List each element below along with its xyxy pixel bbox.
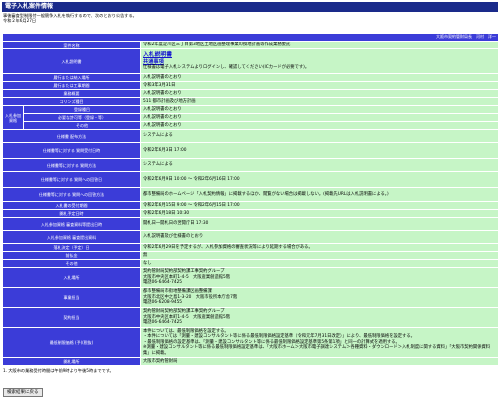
row-label: 必要な許可等（登録・等） bbox=[23, 113, 141, 122]
table-row: 入札場所 契約管財局契約部契約課工事契約グループ 大阪市中央区本町1-4-5 大… bbox=[2, 267, 500, 288]
row-label: 開札予定日時 bbox=[2, 209, 141, 218]
table-row: 事業担当 都市整備局市街地整備課区画整備課 大阪市北区中之島1-3-20 大阪市… bbox=[2, 287, 500, 308]
table-row: 必要な許可等（登録・等） 入札説明書のとおり bbox=[3, 113, 500, 122]
back-to-results-button[interactable]: 検索結果に戻る bbox=[3, 388, 43, 397]
row-value: 令和2年6月15日 9:00 ～ 令和2年6月15日 17:00 bbox=[139, 201, 500, 210]
table-row: 仕様書等に対する 質問への回答日 令和2年6月9日 10:00 ～ 令和2年6月… bbox=[2, 171, 500, 188]
case-details-table: 大阪市契約管財局長 河村 洋一 案件名称 令和2年度淀川区三丁目第3地区土地区画… bbox=[1, 33, 500, 366]
table-row: 入札参加資格 登録種目 入札説明書のとおり bbox=[2, 105, 500, 130]
row-label: 登録種目 bbox=[23, 105, 141, 114]
table-row: コリンズ種目 511 都市計画及び地方計画 bbox=[2, 97, 500, 106]
value-line: 電話06-6464-7425 bbox=[143, 280, 183, 286]
row-label: 開札場所 bbox=[2, 357, 141, 366]
row-value: 入札説明書のとおり bbox=[139, 121, 500, 130]
table-row: その他 入札説明書のとおり bbox=[3, 121, 500, 130]
row-label: 入札場所 bbox=[2, 267, 141, 288]
table-row: 開札予定日時 令和2年6月18日 10:30 bbox=[2, 209, 500, 218]
table-row: 入札書の受付期間 令和2年6月15日 9:00 ～ 令和2年6月15日 17:0… bbox=[2, 201, 500, 210]
row-label: 仕様書等に対する 質問受付日時 bbox=[2, 142, 141, 159]
row-label: 事業担当 bbox=[2, 287, 141, 308]
row-value: 令和2年6月18日 10:30 bbox=[139, 209, 500, 218]
row-value: 都市整備局市街地整備課区画整備課 大阪市北区中之島1-3-20 大阪市役所本庁舎… bbox=[139, 287, 500, 308]
value-line: 電話06-6464-7425 bbox=[143, 320, 183, 326]
table-row: 入札説明書 入札説明書 共通事項 仕様書は電子入札システムよりログインし、確認し… bbox=[2, 48, 500, 74]
row-value: 本件については、最低制限価格を設定する。 ・本件については「測量・建設コンサルタ… bbox=[139, 327, 500, 358]
table-row: 契約担当 契約管財局契約部契約課工事契約グループ 大阪市中央区本町1-4-5 大… bbox=[2, 307, 500, 328]
page-title-bar: 電子入札案件情報 bbox=[2, 2, 498, 12]
table-row: 最低制限価格 (予)(税抜) 本件については、最低制限価格を設定する。 ・本件に… bbox=[2, 327, 500, 358]
row-label: 仕様書等に対する 質問への回答日 bbox=[2, 171, 141, 188]
row-value: 大阪市契約管財局 bbox=[139, 357, 500, 366]
row-label: 最低制限価格 (予)(税抜) bbox=[2, 327, 141, 358]
row-label: 業務概要 bbox=[2, 89, 141, 98]
row-value: 契約管財局契約部契約課工事契約グループ 大阪市中央区本町1-4-5 大阪産業創造… bbox=[139, 267, 500, 288]
table-row: 仕様書等に対する 質問への回答方法 都市整備局のホームページ「入札契約情報」に掲… bbox=[2, 187, 500, 202]
row-value: 511 都市計画及び地方計画 bbox=[139, 97, 500, 106]
table-row: 仕様書等に対する 質問受付日時 令和2年6月3日 17:00 bbox=[2, 142, 500, 159]
dept-row: 大阪市契約管財局長 河村 洋一 bbox=[1, 33, 500, 42]
row-label: 契約担当 bbox=[2, 307, 141, 328]
table-row: 仕様書 配布方法 システムによる bbox=[2, 129, 500, 143]
row-label: 仕様書 配布方法 bbox=[2, 129, 141, 143]
value-line: 電話06-6208-9455 bbox=[143, 300, 183, 306]
row-value: 入札説明書 共通事項 仕様書は電子入札システムよりログインし、確認してください(… bbox=[139, 48, 500, 74]
row-value: 開札日一開札日の翌開庁日 17:30 bbox=[139, 217, 500, 231]
footnote: 1. 大阪市の業務受付時間は午前9時より午後5時までです。 bbox=[3, 368, 114, 373]
row-value: 入札説明書及び仕様書のとおり bbox=[139, 230, 500, 244]
row-label: その他 bbox=[2, 259, 141, 268]
row-value: 契約管財局契約部契約課工事契約グループ 大阪市中央区本町1-4-5 大阪産業創造… bbox=[139, 307, 500, 328]
table-row: 開札場所 大阪市契約管財局 bbox=[2, 357, 500, 366]
row-value: 無 bbox=[139, 251, 500, 260]
table-row: 履行または工事期間 令和3年3月31日 bbox=[2, 81, 500, 90]
table-row: 前払金 無 bbox=[2, 251, 500, 260]
row-value: 入札説明書のとおり bbox=[139, 113, 500, 122]
row-value: 入札説明書のとおり bbox=[139, 73, 500, 82]
qualification-sidebar: 入札参加資格 bbox=[2, 105, 24, 130]
table-row: 履行または納入場所 入札説明書のとおり bbox=[2, 73, 500, 82]
row-value: なし bbox=[139, 259, 500, 268]
row-value: 令和2年度淀川区三丁目第3地区土地区画整理事業の換地計画等作成業務委託 bbox=[139, 41, 500, 49]
row-value: 令和2年6月29日を予定するが、入札参加資格の審査状況等により延期する場合がある… bbox=[139, 243, 500, 252]
table-row: その他 なし bbox=[2, 259, 500, 268]
table-row: 仕様書等に対する 質問方法 システムによる bbox=[2, 158, 500, 172]
row-label: 履行または納入場所 bbox=[2, 73, 141, 82]
row-label: 履行または工事期間 bbox=[2, 81, 141, 90]
dept-name: 大阪市契約管財局長 河村 洋一 bbox=[1, 33, 500, 42]
row-label: 入札参加資格 審査提出資料 bbox=[2, 230, 141, 244]
value-line: ※測量・建設コンサルタント等に係る最低制限価格設定基準は、「大阪市ホーム＞大阪市… bbox=[143, 345, 491, 356]
page-title: 電子入札案件情報 bbox=[5, 3, 54, 10]
row-label: 仕様書等に対する 質問方法 bbox=[2, 158, 141, 172]
row-label: 前払金 bbox=[2, 251, 141, 260]
row-value: 令和3年3月31日 bbox=[139, 81, 500, 90]
row-value: 入札説明書のとおり bbox=[139, 89, 500, 98]
table-row: 落札決定（予定）日 令和2年6月29日を予定するが、入札参加資格の審査状況等によ… bbox=[2, 243, 500, 252]
row-label: 仕様書等に対する 質問への回答方法 bbox=[2, 187, 141, 202]
row-value: 令和2年6月9日 10:00 ～ 令和2年6月16日 17:00 bbox=[139, 171, 500, 188]
row-label: 入札書の受付期間 bbox=[2, 201, 141, 210]
row-label: その他 bbox=[23, 121, 141, 130]
spec-doc-link[interactable]: 入札説明書 bbox=[143, 52, 496, 59]
spec-note: 仕様書は電子入札システムよりログインし、確認してください(ICカードが必要です)… bbox=[143, 64, 310, 70]
table-row: 入札参加資格 審査提出資料 入札説明書及び仕様書のとおり bbox=[2, 230, 500, 244]
row-label: コリンズ種目 bbox=[2, 97, 141, 106]
intro-date: 令和２年6月27日 bbox=[3, 18, 37, 24]
row-label: 入札説明書 bbox=[2, 48, 141, 74]
row-value: 令和2年6月3日 17:00 bbox=[139, 142, 500, 159]
table-row: 業務概要 入札説明書のとおり bbox=[2, 89, 500, 98]
row-value: システムによる bbox=[139, 129, 500, 143]
row-label: 案件名称 bbox=[2, 41, 141, 49]
row-label: 落札決定（予定）日 bbox=[2, 243, 141, 252]
row-value: 入札説明書のとおり bbox=[139, 105, 500, 114]
row-value: 都市整備局のホームページ「入札契約情報」に掲載するほか、閲覧がない場合は掲載しな… bbox=[139, 187, 500, 202]
intro-text: 事後審査型制限付一般競争入札を執行するので、次のとおり公告する。 令和２年6月2… bbox=[3, 13, 497, 24]
row-label: 入札参加資格 審査資料等提出日時 bbox=[2, 217, 141, 231]
table-row: 案件名称 令和2年度淀川区三丁目第3地区土地区画整理事業の換地計画等作成業務委託 bbox=[2, 41, 500, 49]
table-row: 入札参加資格 審査資料等提出日時 開札日一開札日の翌開庁日 17:30 bbox=[2, 217, 500, 231]
row-value: システムによる bbox=[139, 158, 500, 172]
